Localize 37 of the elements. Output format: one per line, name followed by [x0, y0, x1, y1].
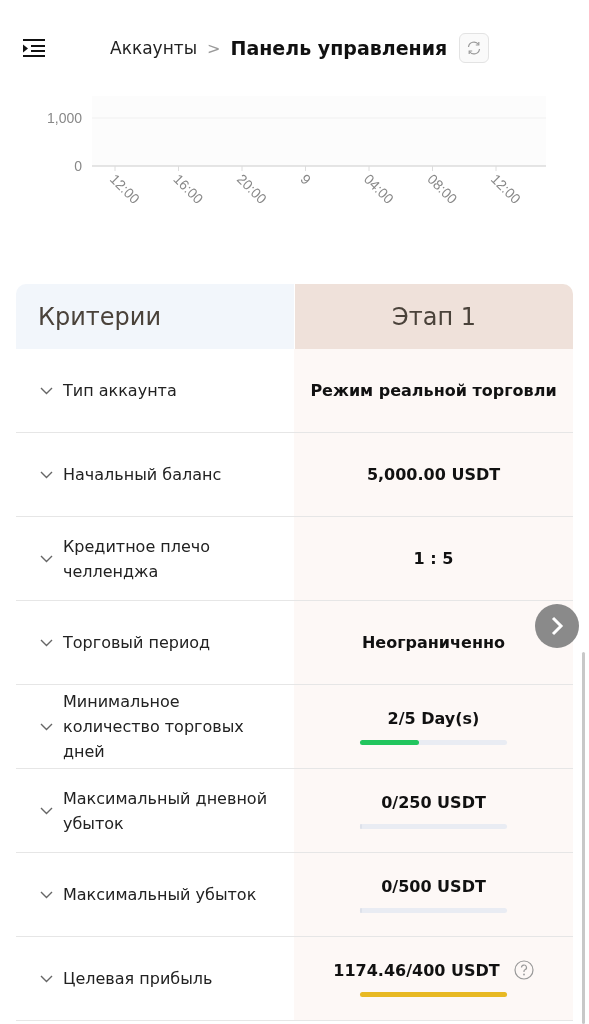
- criterion-label: Максимальный убыток: [63, 884, 257, 906]
- menu-icon[interactable]: [22, 38, 46, 58]
- criterion-value: 1174.46/400 USDT: [333, 960, 500, 980]
- criterion-value: 1 : 5: [413, 549, 454, 568]
- chevron-right-icon: [550, 616, 564, 636]
- column-header: Критерии: [16, 284, 294, 349]
- chevron-down-icon[interactable]: [40, 470, 53, 479]
- criterion-value: Неограниченно: [361, 633, 505, 652]
- help-icon[interactable]: [513, 960, 534, 980]
- criterion-label: Тип аккаунта: [63, 380, 177, 402]
- criterion-label: Кредитное плечо челленджа: [63, 535, 212, 583]
- y-tick-label: 0: [74, 158, 82, 174]
- chevron-down-icon[interactable]: [40, 722, 53, 731]
- breadcrumb-link[interactable]: Аккаунты: [110, 38, 198, 58]
- chevron-down-icon[interactable]: [40, 974, 53, 983]
- criterion-label: Целевая прибыль: [63, 968, 213, 990]
- criterion-label: Максимальный дневной убыток: [63, 787, 269, 835]
- criterion-value: Режим реальной торговли: [310, 381, 557, 400]
- criterion-label: Начальный баланс: [63, 464, 222, 486]
- criterion-label: Торговый период: [63, 632, 211, 654]
- column-header: Этап 1: [295, 284, 573, 349]
- y-tick-label: 1,000: [46, 110, 82, 126]
- breadcrumb-separator: >: [207, 38, 221, 58]
- criterion-value: 5,000.00 USDT: [366, 465, 501, 484]
- criterion-value: 0/500 USDT: [381, 876, 486, 896]
- chevron-down-icon[interactable]: [40, 638, 53, 647]
- chevron-down-icon[interactable]: [40, 386, 53, 395]
- criterion-value: 0/250 USDT: [381, 792, 486, 812]
- page-title: Панель управления: [230, 37, 448, 59]
- chevron-down-icon[interactable]: [40, 554, 53, 563]
- chevron-down-icon[interactable]: [40, 890, 53, 899]
- refresh-icon: [466, 40, 483, 56]
- criterion-value: 2/5 Day(s): [387, 708, 480, 728]
- scrollbar[interactable]: [582, 652, 585, 1024]
- criterion-label: Минимальное количество торговых дней: [63, 691, 245, 763]
- x-tick-label: 9: [297, 170, 315, 188]
- chevron-down-icon[interactable]: [40, 806, 53, 815]
